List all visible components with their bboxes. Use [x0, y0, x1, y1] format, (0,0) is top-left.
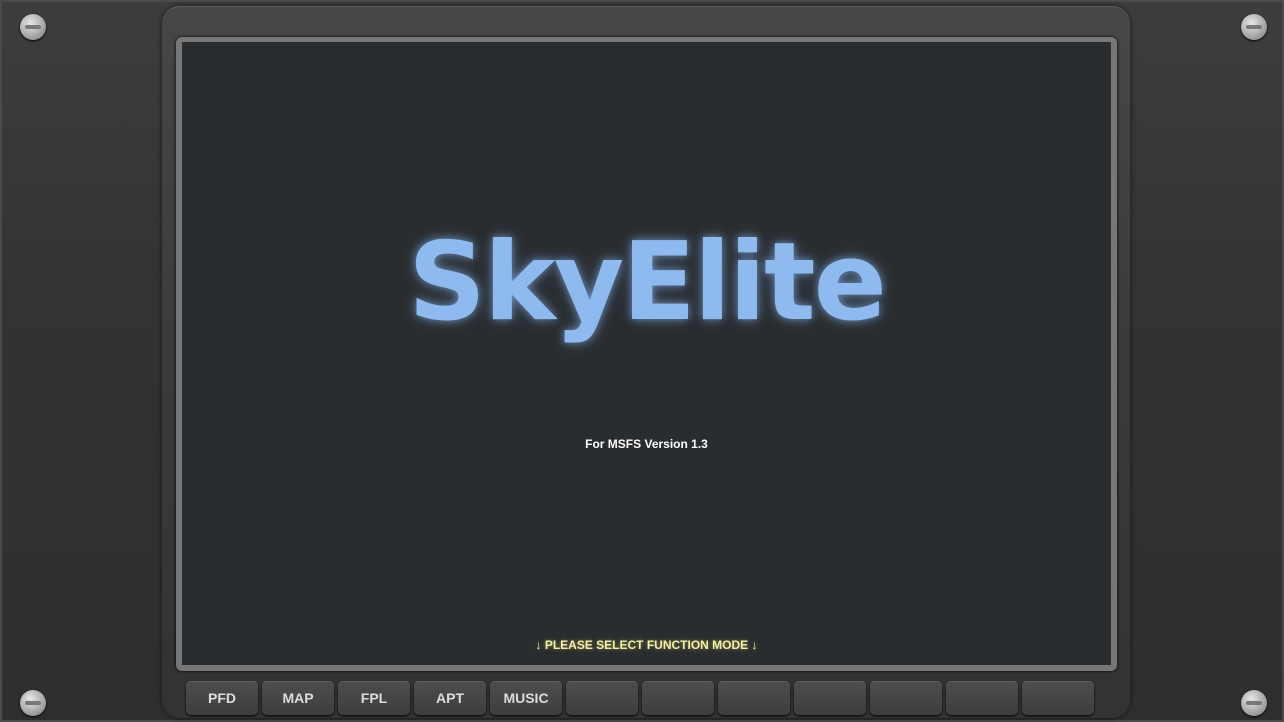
- softkey-6-button[interactable]: [566, 681, 638, 715]
- screw-top-left-icon: [20, 14, 46, 40]
- softkey-7-button[interactable]: [642, 681, 714, 715]
- softkey-10-button[interactable]: [870, 681, 942, 715]
- screw-bottom-left-icon: [20, 690, 46, 716]
- softkey-bar: PFD MAP FPL APT MUSIC: [186, 681, 1098, 715]
- softkey-11-button[interactable]: [946, 681, 1018, 715]
- display-screen: [182, 42, 1111, 665]
- softkey-9-button[interactable]: [794, 681, 866, 715]
- softkey-map-button[interactable]: MAP: [262, 681, 334, 715]
- softkey-fpl-button[interactable]: FPL: [338, 681, 410, 715]
- screw-bottom-right-icon: [1241, 690, 1267, 716]
- softkey-apt-button[interactable]: APT: [414, 681, 486, 715]
- select-mode-prompt: ↓ PLEASE SELECT FUNCTION MODE ↓: [535, 638, 758, 652]
- softkey-12-button[interactable]: [1022, 681, 1094, 715]
- softkey-pfd-button[interactable]: PFD: [186, 681, 258, 715]
- version-text: For MSFS Version 1.3: [585, 437, 708, 451]
- softkey-music-button[interactable]: MUSIC: [490, 681, 562, 715]
- skyelite-logo: SkyElite: [408, 220, 887, 345]
- softkey-8-button[interactable]: [718, 681, 790, 715]
- screw-top-right-icon: [1241, 14, 1267, 40]
